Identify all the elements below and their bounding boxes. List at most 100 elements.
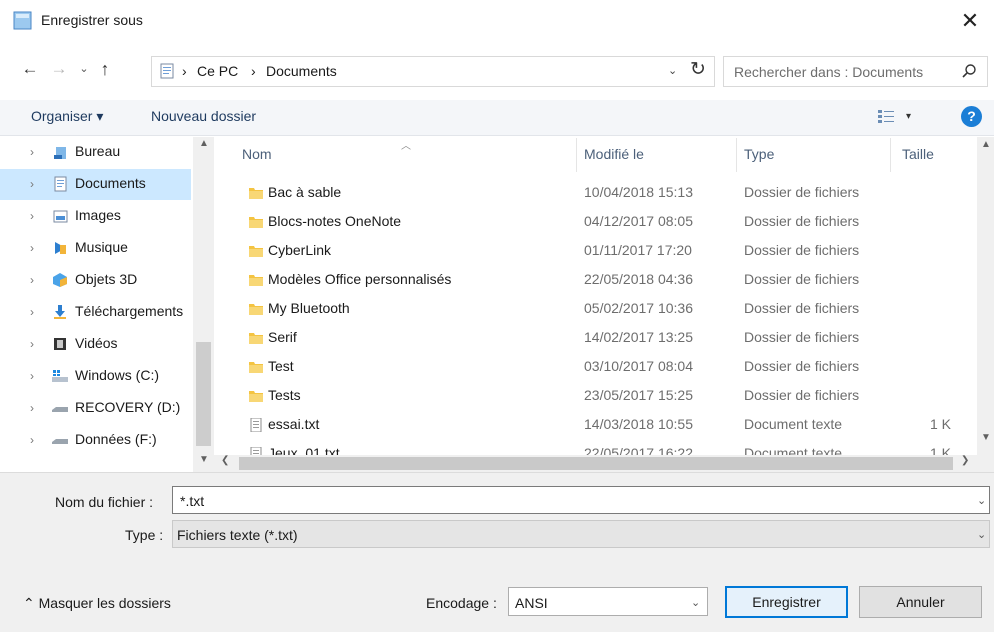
encoding-value[interactable]: ANSI (515, 595, 548, 611)
address-dropdown-icon[interactable]: ⌄ (668, 64, 677, 77)
view-dropdown-icon[interactable]: ▾ (906, 111, 911, 122)
file-row[interactable]: Modèles Office personnalisés 22/05/2018 0… (234, 267, 974, 296)
new-folder-button[interactable]: Nouveau dossier (151, 108, 256, 124)
horizontal-scroll-thumb[interactable] (239, 457, 953, 470)
file-name: Blocs-notes OneNote (268, 213, 402, 229)
file-type: Document texte (744, 416, 843, 432)
view-options-icon[interactable] (878, 110, 894, 124)
breadcrumb-separator[interactable]: › (251, 63, 256, 79)
breadcrumb-separator[interactable]: › (182, 63, 187, 79)
hide-folders-button[interactable]: ⌃ Masquer les dossiers (23, 595, 171, 612)
documents-icon (160, 63, 174, 79)
recent-locations-chevron-icon[interactable]: ⌄ (73, 58, 95, 80)
file-row[interactable]: Blocs-notes OneNote 04/12/2017 08:05 Dossi… (234, 209, 974, 238)
sidebar-item-label: Objets 3D (75, 271, 138, 287)
sidebar-item-objets-3d[interactable]: › Objets 3D (0, 265, 191, 296)
scroll-left-icon[interactable]: ❮ (221, 455, 229, 466)
chevron-right-icon[interactable]: › (30, 209, 34, 223)
folder-icon (249, 391, 263, 402)
filetype-label: Type : (125, 527, 164, 543)
filename-dropdown-icon[interactable]: ⌄ (977, 494, 986, 507)
scroll-up-icon[interactable]: ▲ (981, 139, 991, 150)
sidebar-item-label: Images (75, 207, 121, 223)
column-divider[interactable] (890, 138, 891, 172)
chevron-right-icon[interactable]: › (30, 369, 34, 383)
chevron-right-icon[interactable]: › (30, 273, 34, 287)
file-name: Bac à sable (268, 184, 342, 200)
filename-input[interactable] (172, 486, 990, 514)
file-type: Dossier de fichiers (744, 213, 860, 229)
file-row[interactable]: CyberLink 01/11/2017 17:20 Dossier de fich… (234, 238, 974, 267)
help-icon[interactable]: ? (961, 106, 982, 127)
save-button[interactable]: Enregistrer (725, 586, 848, 618)
encoding-dropdown-icon[interactable]: ⌄ (691, 596, 700, 609)
forward-arrow-icon[interactable]: → (48, 58, 70, 80)
column-header-size[interactable]: Taille (902, 146, 934, 162)
column-header-name[interactable]: Nom (242, 146, 272, 162)
filetype-dropdown-icon[interactable]: ⌄ (977, 528, 986, 541)
downloads-icon (54, 305, 66, 319)
encoding-label: Encodage : (426, 595, 497, 611)
sidebar-item-images[interactable]: › Images (0, 201, 191, 232)
chevron-right-icon[interactable]: › (30, 241, 34, 255)
sidebar-item-musique[interactable]: › Musique (0, 233, 191, 264)
file-type: Dossier de fichiers (744, 242, 860, 258)
breadcrumb-this-pc[interactable]: Ce PC (197, 63, 238, 79)
folder-icon (249, 333, 263, 344)
file-row[interactable]: My Bluetooth 05/02/2017 10:36 Dossier de f… (234, 296, 974, 325)
breadcrumb-documents[interactable]: Documents (266, 63, 337, 79)
file-name: CyberLink (268, 242, 332, 258)
column-header-modified[interactable]: Modifié le (584, 146, 644, 162)
sidebar-scroll-thumb[interactable] (196, 342, 211, 446)
drive-icon (52, 407, 68, 412)
file-row[interactable]: Serif 14/02/2017 13:25 Dossier de fichiers (234, 325, 974, 354)
file-row[interactable]: Tests 23/05/2017 15:25 Dossier de fichiers (234, 383, 974, 412)
sidebar-item-windows-c[interactable]: › Windows (C:) (0, 361, 191, 392)
filename-label: Nom du fichier : (55, 494, 154, 510)
file-list-scrollbar[interactable] (977, 137, 994, 455)
sidebar-item-videos[interactable]: › Vidéos (0, 329, 191, 360)
sidebar-item-label: Vidéos (75, 335, 118, 351)
column-divider[interactable] (576, 138, 577, 172)
back-arrow-icon[interactable]: ← (19, 58, 41, 80)
folder-icon (249, 246, 263, 257)
chevron-right-icon[interactable]: › (30, 401, 34, 415)
cancel-button[interactable]: Annuler (859, 586, 982, 618)
file-row[interactable]: Bac à sable 10/04/2018 15:13 Dossier de fi… (234, 180, 974, 209)
images-icon (53, 210, 68, 223)
chevron-right-icon[interactable]: › (30, 145, 34, 159)
scroll-down-icon[interactable]: ▼ (981, 432, 991, 443)
chevron-right-icon[interactable]: › (30, 177, 34, 191)
sidebar-item-label: Données (F:) (75, 431, 157, 447)
chevron-right-icon[interactable]: › (30, 433, 34, 447)
windows-drive-icon (52, 370, 68, 382)
chevron-right-icon[interactable]: › (30, 337, 34, 351)
sidebar-item-documents[interactable]: › Documents (0, 169, 191, 200)
scroll-up-icon[interactable]: ▲ (199, 138, 209, 149)
close-button[interactable]: ✕ (950, 6, 990, 38)
sidebar-item-bureau[interactable]: › Bureau (0, 137, 191, 168)
command-bar (0, 100, 994, 136)
search-icon[interactable] (961, 63, 977, 79)
file-type: Dossier de fichiers (744, 300, 860, 316)
folder-icon (249, 275, 263, 286)
organize-button[interactable]: Organiser ▾ (31, 108, 103, 125)
refresh-icon[interactable]: ↻ (690, 58, 706, 81)
up-arrow-icon[interactable]: ↑ (94, 58, 116, 80)
file-row[interactable]: Test 03/10/2017 08:04 Dossier de fichiers (234, 354, 974, 383)
column-divider[interactable] (736, 138, 737, 172)
column-header-type[interactable]: Type (744, 146, 774, 162)
save-dialog-icon (13, 11, 32, 30)
scroll-down-icon[interactable]: ▼ (199, 454, 209, 465)
file-modified: 05/02/2017 10:36 (584, 300, 693, 316)
chevron-right-icon[interactable]: › (30, 305, 34, 319)
sidebar-item-donnees-f[interactable]: › Données (F:) (0, 425, 191, 456)
filename-value[interactable]: *.txt (180, 493, 204, 509)
file-name: Modèles Office personnalisés (268, 271, 452, 287)
file-modified: 10/04/2018 15:13 (584, 184, 693, 200)
file-row[interactable]: essai.txt 14/03/2018 10:55 Document texte 1… (234, 412, 974, 441)
filetype-value[interactable]: Fichiers texte (*.txt) (177, 527, 298, 543)
scroll-right-icon[interactable]: ❯ (961, 455, 969, 466)
sidebar-item-recovery-d[interactable]: › RECOVERY (D:) (0, 393, 191, 424)
sidebar-item-telechargements[interactable]: › Téléchargements (0, 297, 191, 328)
